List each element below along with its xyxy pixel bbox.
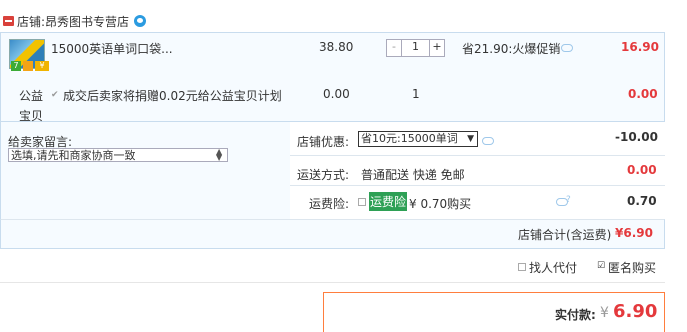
qty-increase-button[interactable]: + <box>429 40 444 56</box>
charity-price: 0.00 <box>323 87 350 101</box>
chat-icon[interactable] <box>134 15 147 27</box>
product-title-link[interactable]: 15000英语单词口袋... <box>51 40 173 57</box>
charity-qty: 1 <box>412 87 420 101</box>
charity-text: 成交后卖家将捐赠0.02元给公益宝贝计划 <box>63 89 282 103</box>
qty-input[interactable]: 1 <box>402 40 429 56</box>
charity-subtotal: 0.00 <box>628 87 658 101</box>
pay-currency: ¥ <box>600 305 609 321</box>
quantity-stepper: - 1 + <box>386 39 445 57</box>
pay-by-other-checkbox[interactable] <box>518 263 526 271</box>
note-input[interactable]: 选填,请先和商家协商一致 <box>8 148 228 162</box>
help-icon[interactable]: ? <box>566 195 571 205</box>
charity-label: 公益 <box>19 89 44 103</box>
insurance-label: 运费险: <box>309 197 350 211</box>
anonymous-label[interactable]: 匿名购买 <box>608 259 656 276</box>
shop-total-value: ¥6.90 <box>615 226 653 240</box>
pay-label: 实付款: <box>555 308 596 322</box>
pay-by-other-label[interactable]: 找人代付 <box>529 259 577 276</box>
discount-value: -10.00 <box>615 130 658 144</box>
divider <box>290 155 665 156</box>
insurance-desc: ¥ 0.70购买 <box>409 197 472 211</box>
charity-check-icon: ✔ <box>51 90 59 100</box>
pay-amount: 6.90 <box>613 301 658 322</box>
shop-bar: 店铺: 昂秀图书专营店 <box>0 10 147 32</box>
insurance-fee: 0.70 <box>627 194 657 208</box>
note-resize-icon[interactable]: ▲ ▼ <box>216 148 222 162</box>
discount-info-icon[interactable] <box>482 137 494 145</box>
item-subtotal: 16.90 <box>621 40 659 54</box>
shipping-method: 普通配送 快递 免邮 <box>361 168 465 182</box>
divider <box>290 185 665 186</box>
shop-total-label: 店铺合计(含运费) <box>518 228 612 242</box>
insurance-name: 运费险 <box>369 192 408 211</box>
divider <box>0 282 665 283</box>
order-item-box: 7 ¥ 15000英语单词口袋... 38.80 - 1 + 省21.90:火爆… <box>0 32 665 123</box>
shop-name-link[interactable]: 昂秀图书专营店 <box>45 13 129 30</box>
shipping-fee: 0.00 <box>627 163 657 177</box>
seven-day-return-icon: 7 <box>11 61 21 71</box>
shop-icon <box>3 16 14 26</box>
promo-text: 省21.90:火爆促销 <box>462 42 561 56</box>
promo-info-icon[interactable] <box>561 44 573 52</box>
anonymous-checkbox[interactable]: ☑ <box>597 261 605 271</box>
discount-selected: 省10元:15000单词 <box>361 132 458 145</box>
discount-select[interactable]: 省10元:15000单词 ▼ <box>358 131 478 147</box>
guarantee-icon <box>23 61 33 71</box>
unit-price: 38.80 <box>319 40 354 54</box>
shipping-label: 运送方式: <box>297 168 350 182</box>
shop-label: 店铺: <box>17 14 46 29</box>
qty-decrease-button[interactable]: - <box>387 40 402 56</box>
insurance-checkbox[interactable] <box>358 198 366 206</box>
discount-label: 店铺优惠: <box>297 135 350 149</box>
dropdown-arrow-icon: ▼ <box>467 134 474 144</box>
credit-card-icon: ¥ <box>35 61 49 71</box>
